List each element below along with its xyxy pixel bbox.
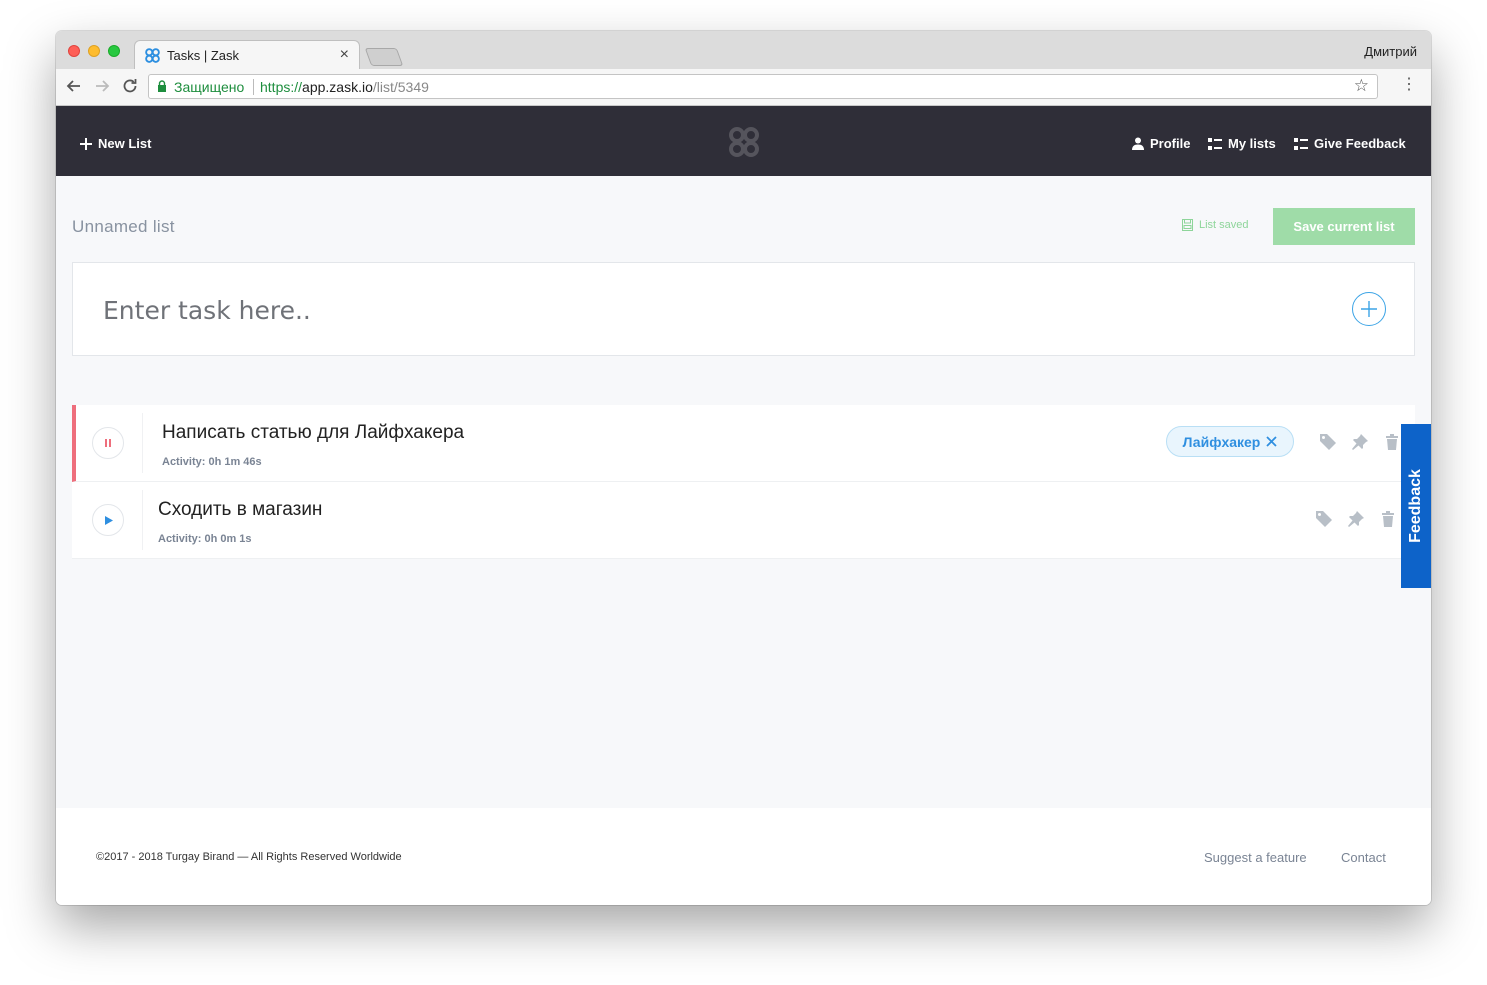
- user-icon: [1132, 137, 1144, 150]
- task-input-box: [72, 262, 1415, 356]
- feedback-side-label: Feedback: [1407, 469, 1424, 543]
- pause-icon: [105, 439, 111, 447]
- pause-task-button[interactable]: [92, 427, 124, 459]
- trash-icon[interactable]: [1383, 433, 1401, 451]
- plus-icon: [1361, 301, 1377, 317]
- zask-logo-icon[interactable]: [728, 126, 760, 158]
- browser-window: Tasks | Zask × Дмитрий Защищено https://…: [56, 31, 1431, 905]
- list-title[interactable]: Unnamed list: [72, 217, 175, 237]
- my-lists-link[interactable]: My lists: [1208, 136, 1276, 151]
- url-path: /list/5349: [372, 79, 429, 95]
- lock-icon: [158, 80, 166, 92]
- tag-icon[interactable]: [1315, 510, 1333, 528]
- maximize-window-button[interactable]: [108, 45, 120, 57]
- list-icon: [1208, 137, 1222, 150]
- trash-icon[interactable]: [1379, 510, 1397, 528]
- new-tab-button[interactable]: [364, 48, 404, 66]
- floppy-icon: [1182, 219, 1193, 231]
- row-divider: [142, 490, 143, 550]
- copyright-text: ©2017 - 2018 Turgay Birand — All Rights …: [96, 851, 402, 863]
- new-list-button[interactable]: New List: [80, 136, 151, 151]
- pin-icon[interactable]: [1351, 433, 1369, 451]
- list-icon: [1294, 137, 1308, 150]
- suggest-feature-link[interactable]: Suggest a feature: [1204, 850, 1307, 865]
- list-saved-label: List saved: [1199, 219, 1249, 231]
- play-icon: [105, 515, 113, 525]
- list-saved-status: List saved: [1182, 219, 1249, 231]
- browser-toolbar: Защищено https://app.zask.io/list/5349 ☆…: [56, 69, 1431, 106]
- url-scheme: https://: [260, 79, 303, 95]
- task-activity: Activity: 0h 0m 1s: [158, 533, 252, 545]
- minimize-window-button[interactable]: [88, 45, 100, 57]
- zask-favicon-icon: [145, 48, 160, 63]
- save-current-list-button[interactable]: Save current list: [1273, 208, 1415, 245]
- browser-menu-icon[interactable]: ⋮: [1401, 77, 1417, 93]
- reload-icon[interactable]: [120, 76, 140, 96]
- footer: ©2017 - 2018 Turgay Birand — All Rights …: [56, 808, 1431, 905]
- give-feedback-link[interactable]: Give Feedback: [1294, 136, 1406, 151]
- start-task-button[interactable]: [92, 504, 124, 536]
- task-activity: Activity: 0h 1m 46s: [162, 456, 262, 468]
- profile-label: Profile: [1150, 136, 1191, 151]
- give-feedback-label: Give Feedback: [1314, 136, 1406, 151]
- secure-label: Защищено: [174, 79, 245, 95]
- address-separator: [253, 79, 254, 95]
- task-tag[interactable]: Лайфхакер: [1166, 426, 1294, 457]
- row-divider: [142, 413, 143, 473]
- task-tag-label: Лайфхакер: [1182, 433, 1261, 450]
- browser-tab[interactable]: Tasks | Zask ×: [134, 40, 360, 70]
- tab-close-icon[interactable]: ×: [340, 46, 349, 64]
- task-title[interactable]: Написать статью для Лайфхакера: [162, 422, 464, 444]
- pin-icon[interactable]: [1347, 510, 1365, 528]
- task-row[interactable]: Сходить в магазин Activity: 0h 0m 1s: [72, 482, 1415, 559]
- back-arrow-icon[interactable]: [64, 76, 84, 96]
- remove-tag-icon[interactable]: [1266, 436, 1277, 447]
- tag-icon[interactable]: [1319, 433, 1337, 451]
- bookmark-star-icon[interactable]: ☆: [1354, 76, 1369, 96]
- url-host: app.zask.io: [302, 79, 373, 95]
- url-text: https://app.zask.io/list/5349: [260, 79, 429, 95]
- feedback-side-tab[interactable]: Feedback: [1401, 424, 1431, 588]
- task-input[interactable]: [101, 291, 1305, 329]
- new-list-label: New List: [98, 136, 152, 151]
- contact-link[interactable]: Contact: [1341, 850, 1386, 865]
- plus-icon: [80, 137, 92, 150]
- close-window-button[interactable]: [68, 45, 80, 57]
- tab-strip: Tasks | Zask × Дмитрий: [56, 31, 1431, 70]
- app-header: New List Profile My lists Give Feedback: [56, 106, 1431, 176]
- task-row[interactable]: Написать статью для Лайфхакера Activity:…: [72, 405, 1415, 482]
- address-bar[interactable]: Защищено https://app.zask.io/list/5349 ☆: [148, 74, 1378, 99]
- profile-link[interactable]: Profile: [1132, 136, 1190, 151]
- tab-title: Tasks | Zask: [167, 48, 240, 63]
- add-task-button[interactable]: [1352, 292, 1386, 326]
- my-lists-label: My lists: [1228, 136, 1276, 151]
- forward-arrow-icon[interactable]: [92, 76, 112, 96]
- task-title[interactable]: Сходить в магазин: [158, 499, 322, 521]
- browser-profile-name[interactable]: Дмитрий: [1364, 44, 1417, 59]
